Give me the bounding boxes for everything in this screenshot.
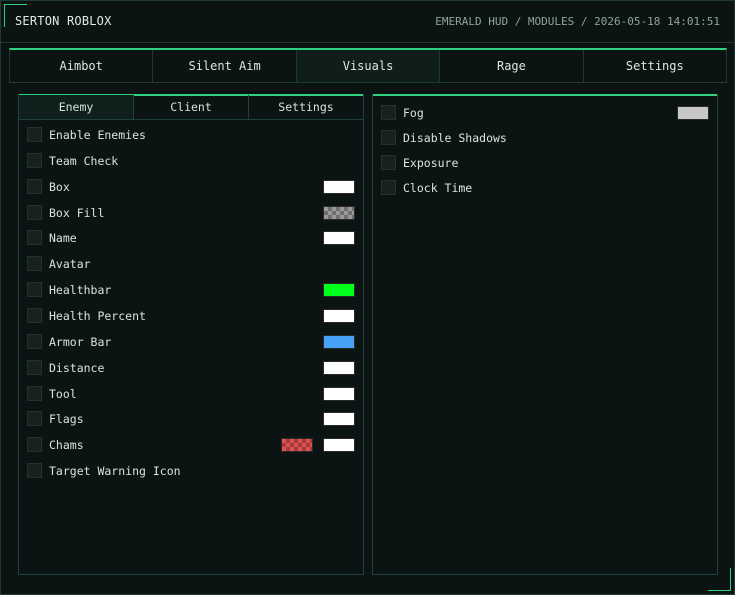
target-warning-icon-label: Target Warning Icon: [49, 464, 181, 479]
exposure-checkbox[interactable]: [381, 155, 396, 170]
option-row-flags: Flags: [19, 409, 363, 429]
tab-silent-aim[interactable]: Silent Aim: [153, 50, 297, 82]
avatar-checkbox[interactable]: [27, 256, 42, 272]
option-row-tool: Tool: [19, 384, 363, 404]
name-label: Name: [49, 231, 77, 246]
team-check-checkbox[interactable]: [27, 152, 42, 168]
chams-secondary-color-picker[interactable]: [281, 438, 313, 453]
name-color-picker[interactable]: [323, 231, 355, 246]
option-row-healthbar: Healthbar: [19, 280, 363, 300]
option-row-name: Name: [19, 228, 363, 248]
chams-label: Chams: [49, 438, 84, 453]
team-check-label: Team Check: [49, 153, 119, 168]
subtab-enemy[interactable]: Enemy: [19, 95, 134, 119]
option-row-exposure: Exposure: [373, 153, 717, 173]
armor-bar-checkbox[interactable]: [27, 333, 42, 349]
option-row-box: Box: [19, 177, 363, 197]
clock-time-checkbox[interactable]: [381, 180, 396, 195]
armor-bar-label: Armor Bar: [49, 334, 112, 349]
option-row-fog: Fog: [373, 103, 717, 123]
title-bar: SERTON ROBLOX EMERALD HUD / MODULES / 20…: [1, 1, 734, 43]
chams-color-picker[interactable]: [323, 438, 355, 453]
healthbar-label: Healthbar: [49, 283, 112, 298]
name-checkbox[interactable]: [27, 230, 42, 246]
option-row-disable-shadows: Disable Shadows: [373, 128, 717, 148]
disable-shadows-label: Disable Shadows: [403, 131, 507, 145]
tab-rage[interactable]: Rage: [440, 50, 584, 82]
tool-color-picker[interactable]: [323, 386, 355, 401]
hud-window: SERTON ROBLOX EMERALD HUD / MODULES / 20…: [0, 0, 735, 595]
flags-label: Flags: [49, 412, 84, 427]
box-fill-label: Box Fill: [49, 205, 105, 220]
app-title: SERTON ROBLOX: [15, 14, 112, 28]
tab-visuals[interactable]: Visuals: [296, 50, 441, 82]
main-tab-bar: Aimbot Silent Aim Visuals Rage Settings: [9, 48, 727, 83]
option-row-team-check: Team Check: [19, 151, 363, 171]
healthbar-checkbox[interactable]: [27, 282, 42, 298]
flags-checkbox[interactable]: [27, 411, 42, 427]
distance-checkbox[interactable]: [27, 359, 42, 375]
option-row-clock-time: Clock Time: [373, 178, 717, 198]
option-row-distance: Distance: [19, 358, 363, 378]
box-checkbox[interactable]: [27, 178, 42, 194]
fog-label: Fog: [403, 106, 424, 120]
distance-color-picker[interactable]: [323, 360, 355, 375]
distance-label: Distance: [49, 360, 105, 375]
visuals-subtab-bar: Enemy Client Settings: [19, 95, 363, 120]
option-row-avatar: Avatar: [19, 254, 363, 274]
option-row-health-percent: Health Percent: [19, 306, 363, 326]
subtab-client[interactable]: Client: [134, 95, 249, 119]
healthbar-color-picker[interactable]: [323, 283, 355, 298]
tool-checkbox[interactable]: [27, 385, 42, 401]
health-percent-checkbox[interactable]: [27, 307, 42, 323]
enable-enemies-checkbox[interactable]: [27, 127, 42, 142]
clock-time-label: Clock Time: [403, 181, 473, 195]
world-visuals-panel: Fog Disable Shadows Exposure Clock Time: [372, 94, 718, 575]
panel-accent-line: [373, 94, 717, 96]
disable-shadows-checkbox[interactable]: [381, 130, 396, 145]
option-row-box-fill: Box Fill: [19, 203, 363, 223]
box-label: Box: [49, 179, 70, 194]
exposure-label: Exposure: [403, 156, 459, 170]
target-warning-icon-checkbox[interactable]: [27, 463, 42, 479]
box-fill-color-picker[interactable]: [323, 205, 355, 220]
health-percent-color-picker[interactable]: [323, 308, 355, 323]
tab-aimbot[interactable]: Aimbot: [10, 50, 154, 82]
option-row-target-warning-icon: Target Warning Icon: [19, 461, 363, 481]
tool-label: Tool: [49, 386, 77, 401]
box-fill-checkbox[interactable]: [27, 204, 42, 220]
fog-color-picker[interactable]: [677, 106, 709, 120]
health-percent-label: Health Percent: [49, 308, 146, 323]
tab-settings[interactable]: Settings: [583, 50, 727, 82]
option-row-enable-enemies: Enable Enemies: [19, 125, 363, 145]
chams-checkbox[interactable]: [27, 437, 42, 453]
flags-color-picker[interactable]: [323, 412, 355, 427]
box-color-picker[interactable]: [323, 179, 355, 194]
enemy-visuals-panel: Enemy Client Settings Enable Enemies Team C…: [18, 94, 364, 575]
breadcrumb: EMERALD HUD / MODULES / 2026-05-18 14:01…: [435, 15, 720, 28]
fog-checkbox[interactable]: [381, 105, 396, 120]
option-row-chams: Chams: [19, 435, 363, 455]
armor-bar-color-picker[interactable]: [323, 334, 355, 349]
enable-enemies-label: Enable Enemies: [49, 128, 146, 142]
avatar-label: Avatar: [49, 257, 91, 272]
subtab-settings[interactable]: Settings: [249, 95, 363, 119]
option-row-armor-bar: Armor Bar: [19, 332, 363, 352]
